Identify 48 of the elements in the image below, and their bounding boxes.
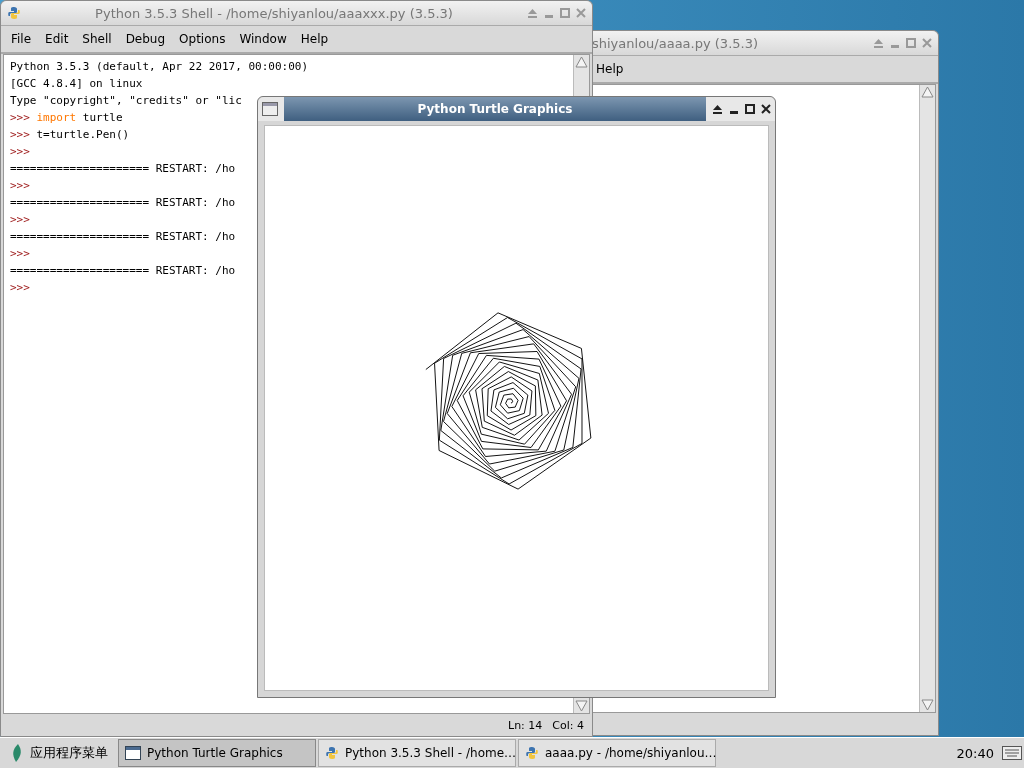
- taskbar-button[interactable]: aaaa.py - /home/shiyanlou…: [518, 739, 716, 767]
- shell-text: import: [36, 111, 77, 124]
- scroll-down-icon[interactable]: [920, 698, 935, 712]
- shell-text: turtle: [81, 111, 123, 124]
- shell-text: ===================== RESTART: /ho: [10, 196, 236, 209]
- taskbar-button[interactable]: Python Turtle Graphics: [118, 739, 316, 767]
- menu-item[interactable]: Debug: [125, 32, 166, 46]
- shell-text: ===================== RESTART: /ho: [10, 230, 236, 243]
- window-title: shiyanlou/aaaa.py (3.5.3): [592, 35, 759, 51]
- menu-item[interactable]: Edit: [45, 32, 69, 46]
- menu-item[interactable]: Window: [239, 32, 287, 46]
- taskbar-button[interactable]: Python 3.5.3 Shell - /home…: [318, 739, 516, 767]
- scroll-up-icon[interactable]: [574, 55, 589, 69]
- menu-item[interactable]: Help: [300, 32, 329, 46]
- keyboard-icon[interactable]: [1002, 746, 1022, 760]
- maximize-icon[interactable]: [745, 104, 755, 114]
- window-title: Python Turtle Graphics: [284, 97, 706, 121]
- window-icon: [125, 746, 141, 760]
- start-menu-button[interactable]: 应用程序菜单: [2, 739, 116, 767]
- close-icon[interactable]: [761, 104, 771, 114]
- python-icon: [7, 6, 21, 20]
- python-icon: [325, 746, 339, 760]
- menu-item[interactable]: Options: [179, 32, 226, 46]
- shell-prompt: >>>: [10, 128, 31, 141]
- shell-prompt: >>>: [10, 145, 30, 158]
- eject-icon[interactable]: [712, 104, 723, 114]
- menu-item[interactable]: Help: [596, 62, 624, 76]
- shell-text: Python 3.5.3 (default, Apr 22 2017, 00:00:00): [10, 60, 308, 73]
- shell-prompt: >>>: [10, 111, 31, 124]
- shell-text: [GCC 4.8.4] on linux: [10, 77, 143, 90]
- window-menu-icon[interactable]: [262, 102, 278, 116]
- clock: 20:40: [955, 745, 995, 761]
- menu-item[interactable]: Shell: [82, 32, 112, 46]
- shell-prompt: >>>: [10, 213, 30, 226]
- shell-text: Type "copyright", "credits" or "lic: [10, 94, 242, 107]
- status-text: Ln: 14: [508, 718, 543, 732]
- status-text: Col: 4: [552, 718, 584, 732]
- shell-text: ===================== RESTART: /ho: [10, 162, 236, 175]
- scroll-up-icon[interactable]: [920, 85, 935, 99]
- shell-prompt: >>>: [10, 281, 30, 294]
- shell-prompt: >>>: [10, 247, 30, 260]
- shell-prompt: >>>: [10, 179, 30, 192]
- shell-text: t=turtle.Pen(): [36, 128, 130, 141]
- leaf-icon: [10, 743, 24, 763]
- menu-item[interactable]: File: [11, 32, 32, 46]
- shell-text: ===================== RESTART: /ho: [10, 264, 236, 277]
- python-icon: [525, 746, 539, 760]
- window-title: Python 3.5.3 Shell - /home/shiyanlou/aaaxxx.py (3.5.3): [94, 5, 454, 21]
